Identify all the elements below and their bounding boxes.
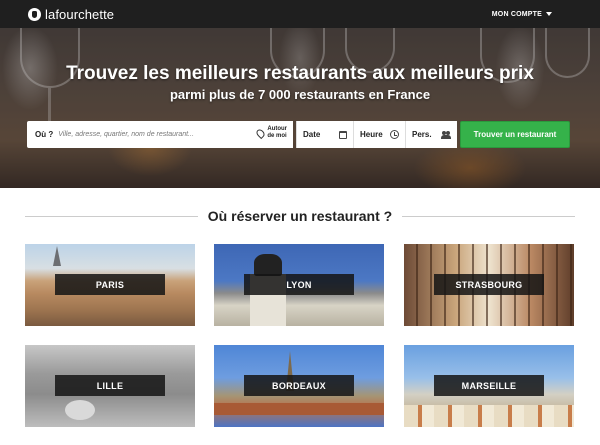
where-input[interactable]: Où ? Ville, adresse, quartier, nom de re… [27,121,293,148]
eiffel-tower-image [53,246,61,266]
location-pin-icon [255,127,267,139]
date-picker[interactable]: Date [296,121,353,148]
logo-text: lafourchette [45,6,115,22]
city-label: PARIS [55,274,165,295]
top-bar: lafourchette MON COMPTE [0,0,600,28]
hero-title: Trouvez les meilleurs restaurants aux me… [66,63,534,84]
people-icon [441,130,451,139]
city-tile-lyon[interactable]: LYON [214,244,384,326]
statue-image [254,254,282,276]
where-placeholder: Ville, adresse, quartier, nom de restaur… [58,131,194,138]
divider-right [402,215,575,217]
city-tile-strasbourg[interactable]: STRASBOURG [404,244,574,326]
city-label: LILLE [55,375,165,396]
rooftops-image [404,405,574,427]
time-label: Heure [360,130,383,139]
clock-icon [390,130,399,139]
logo[interactable]: lafourchette [28,7,114,22]
bridge-image [214,403,384,415]
time-picker[interactable]: Heure [353,121,405,148]
find-restaurant-button[interactable]: Trouver un restaurant [460,121,570,148]
section-title: Où réserver un restaurant ? [207,208,393,224]
near-me-button[interactable]: Autour de moi [255,126,287,140]
date-label: Date [303,130,321,139]
hero-overlay [0,28,600,188]
chevron-down-icon [546,12,552,16]
city-label: LYON [244,274,354,295]
city-tile-paris[interactable]: PARIS [25,244,195,326]
hero-subtitle: parmi plus de 7 000 restaurants en Franc… [169,87,431,102]
calendar-icon [339,130,347,139]
section-header: Où réserver un restaurant ? [25,207,575,225]
city-tile-marseille[interactable]: MARSEILLE [404,345,574,427]
hero-banner: Trouvez les meilleurs restaurants aux me… [0,28,600,188]
city-tile-bordeaux[interactable]: BORDEAUX [214,345,384,427]
near-me-line2: de moi [267,133,287,139]
account-label: MON COMPTE [491,10,542,18]
where-label: Où ? [35,130,54,139]
persons-label: Pers. [412,130,432,139]
city-label: MARSEILLE [434,375,544,396]
city-tile-lille[interactable]: LILLE [25,345,195,427]
fountain-image [65,400,95,420]
city-label: STRASBOURG [434,274,544,295]
logo-icon [28,7,41,21]
account-menu-button[interactable]: MON COMPTE [492,11,552,18]
persons-picker[interactable]: Pers. [405,121,457,148]
search-bar: Où ? Ville, adresse, quartier, nom de re… [27,121,573,148]
city-label: BORDEAUX [244,375,354,396]
near-me-label: Autour de moi [267,126,287,140]
near-me-line1: Autour [267,126,287,132]
divider-left [25,215,198,217]
